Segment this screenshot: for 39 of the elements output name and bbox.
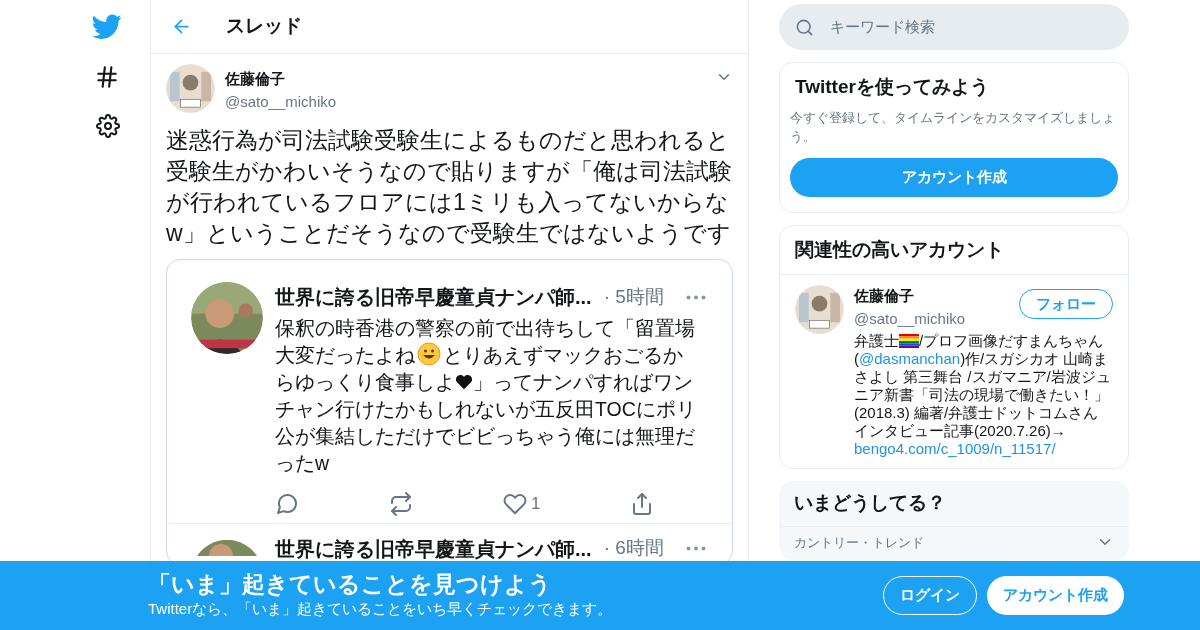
more-icon (686, 546, 706, 551)
card-title: Twitterを使ってみよう (794, 75, 990, 99)
reply-icon (275, 491, 299, 516)
user-name[interactable]: 佐藤倫子 (854, 285, 1019, 308)
heart-icon (455, 374, 473, 390)
header-title: スレッド (226, 14, 302, 39)
like-icon (503, 491, 527, 516)
like-count: 1 (531, 493, 541, 515)
embedded-tweet-text: 保釈の時香港の警察の前で出待ちして「留置場大変だったよね とりあえずマックおごるからゆっくり食事しよ 」ってナンパすればワンチャン行けたかもしれないが五反田TOCにポリ公が集結しただけでビビっちゃう俺には無理だったw (275, 316, 697, 476)
bird-logo-icon[interactable] (92, 14, 122, 40)
search-input[interactable]: キーワード検索 (830, 15, 1113, 39)
embedded-time: · 5時間 (603, 284, 664, 309)
search-field[interactable]: キーワード検索 (779, 4, 1129, 50)
smiley-icon (417, 342, 441, 366)
banner-title: 「いま」起きていることを見つけよう (148, 570, 553, 599)
card-title: いまどうしてる？ (779, 481, 1129, 527)
signup-button[interactable]: アカウント作成 (790, 157, 1118, 197)
link[interactable]: @dasmanchan (859, 350, 961, 367)
embedded-user-name: 世界に誇る旧帝早慶童貞ナンパ師... (275, 536, 592, 562)
avatar[interactable] (191, 282, 263, 354)
more-icon (686, 294, 706, 300)
trends-subtitle: カントリー・トレンド (794, 533, 925, 552)
user-handle[interactable]: @sato__michiko (225, 90, 705, 113)
embedded-time: · 6時間 (603, 536, 664, 561)
signup-button[interactable]: アカウント作成 (987, 576, 1124, 615)
banner-text: Twitterなら、「いま」起きていることをいち早くチェックできます。 (148, 599, 614, 620)
search-icon (795, 17, 814, 37)
settings-icon[interactable] (96, 114, 120, 138)
user-name[interactable]: 佐藤倫子 (225, 68, 705, 91)
user-handle[interactable]: @sato__michiko (854, 307, 1019, 330)
user-bio: 弁護士 /プロフ画像だすまんちゃん(@dasmanchan)作/スガシカオ 山崎まさよし 第三舞台 /スガマニア/岩波ジュニア新書「司法の現場で働きたい！」(2018.3) 編著/弁護士ドットコムさんインタビュー記事(2020.7.26)→ bengo4.com/c_1009/n_11517/ (854, 332, 1112, 458)
embedded-user-name: 世界に誇る旧帝早慶童貞ナンパ師... (275, 285, 592, 310)
hashtag-icon[interactable] (94, 64, 120, 90)
retweet-icon (389, 491, 413, 516)
card-text: 今すぐ登録して、タイムラインをカスタマイズしましょう。 (790, 108, 1116, 146)
card-title: 関連性の高いアカウント (780, 225, 1128, 275)
rainbow-flag-icon (899, 334, 919, 348)
tweet-text: 迷惑行為が司法試験受験生によるものだと思われると受験生がかわいそうなので貼りますが「俺は司法試験が行われているフロアには1ミリも入ってないからなw」ということだそうなので受験生ではないようです (166, 126, 733, 248)
link[interactable]: bengo4.com/c_1009/n_11517/ (854, 440, 1056, 457)
